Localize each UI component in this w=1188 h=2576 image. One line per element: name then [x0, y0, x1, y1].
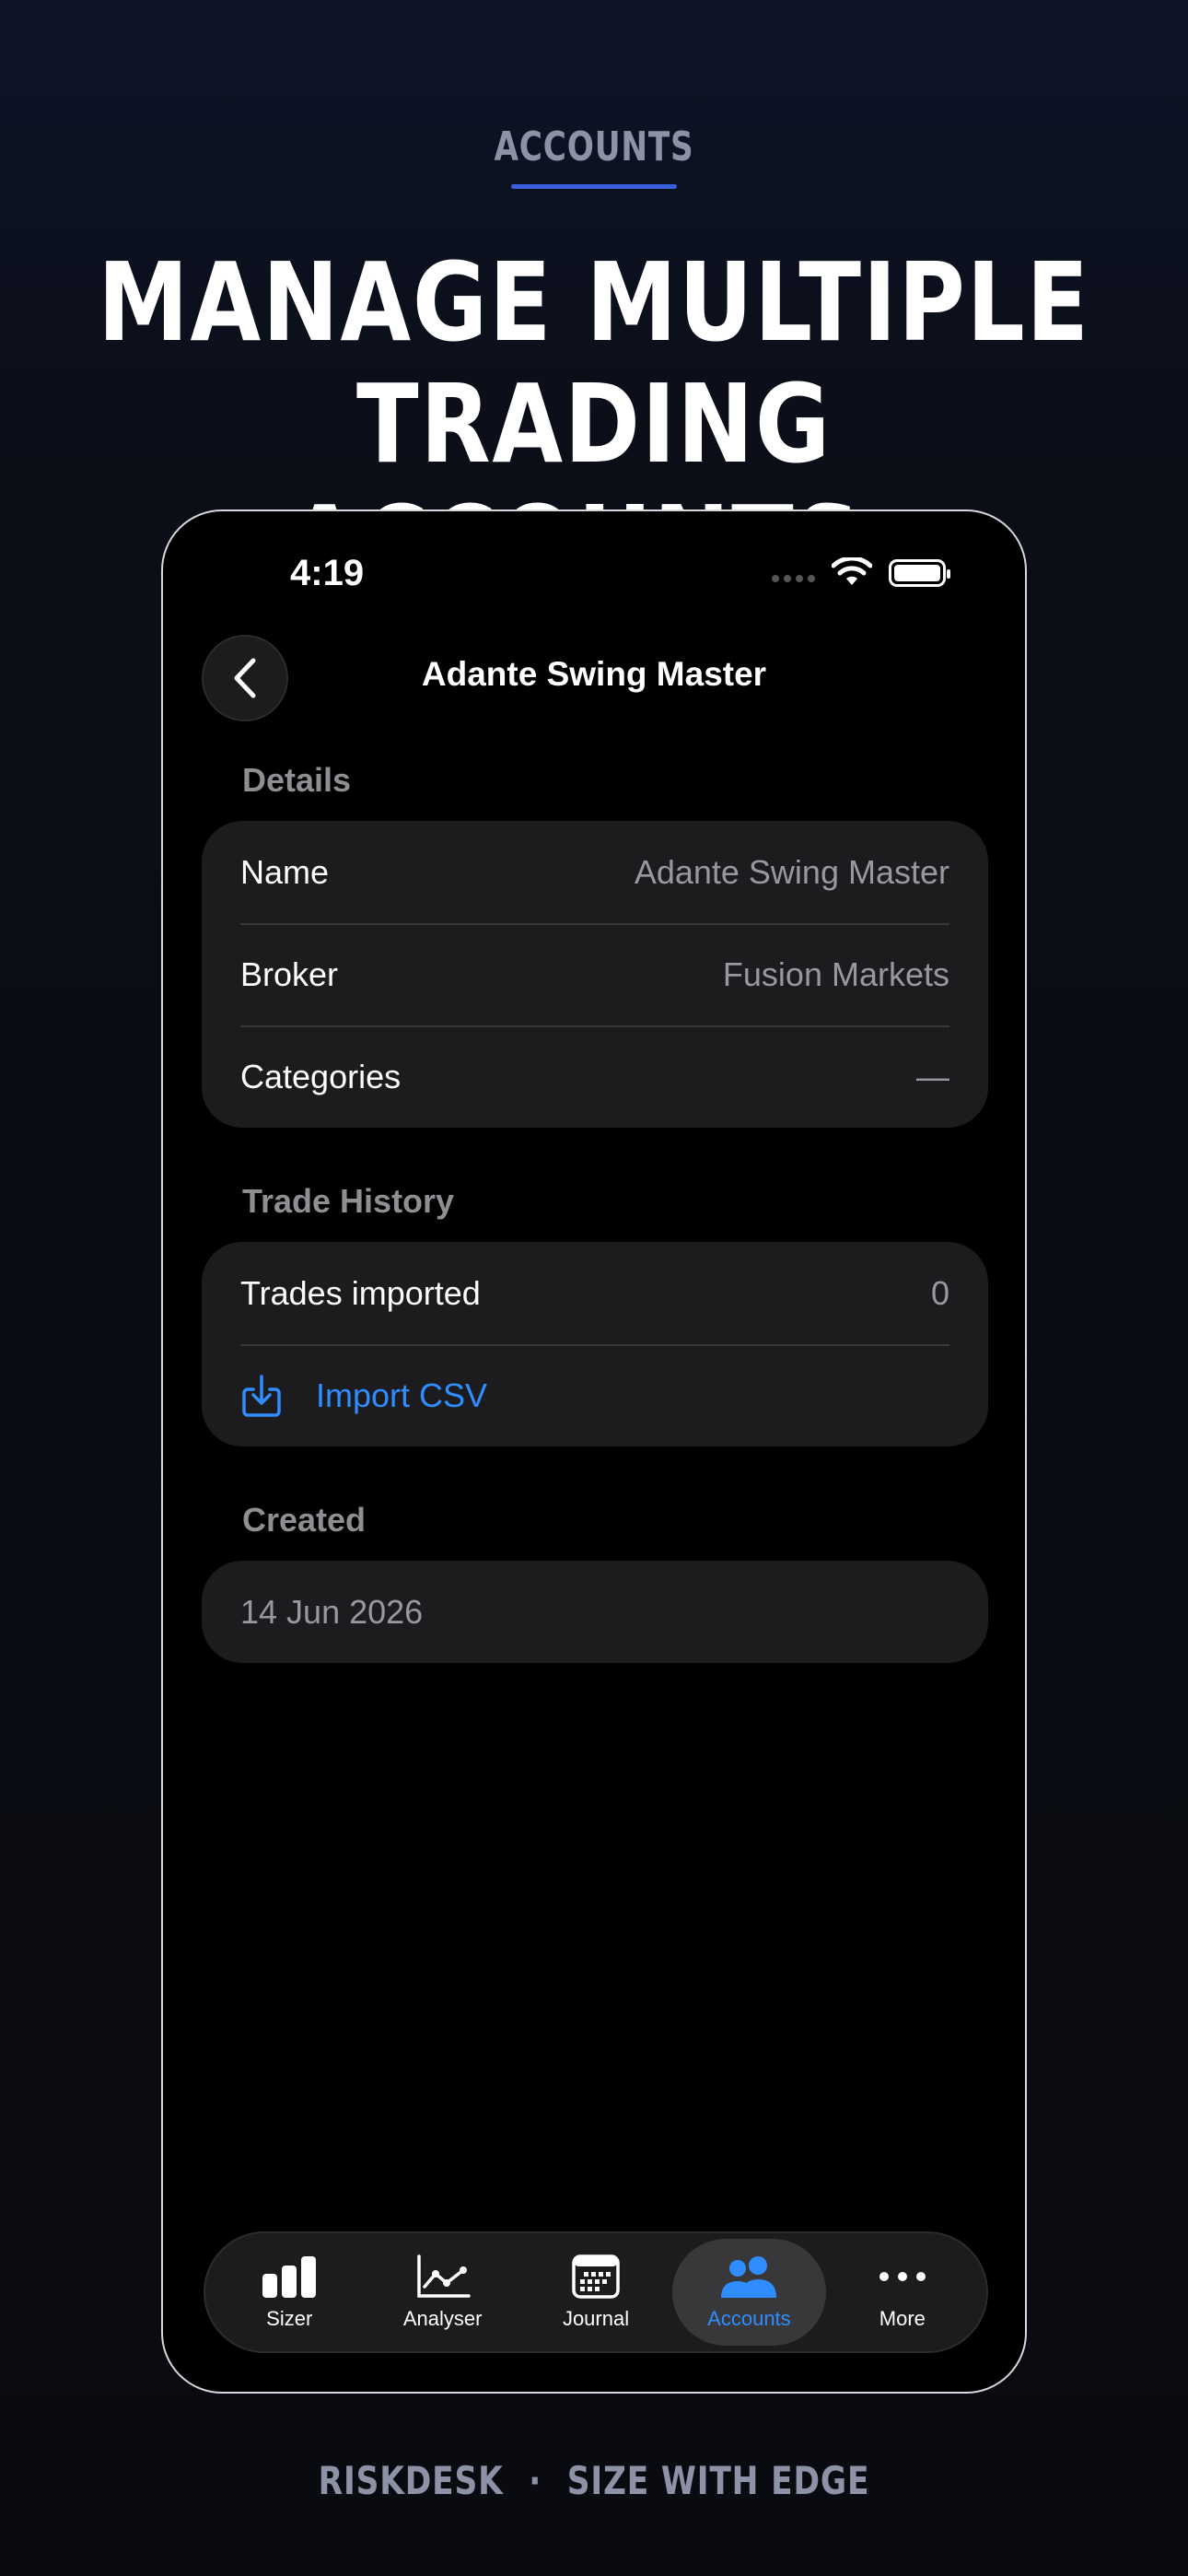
detail-row-categories[interactable]: Categories —: [202, 1025, 988, 1128]
status-time: 4:19: [290, 553, 365, 593]
tab-label: Sizer: [266, 2307, 313, 2330]
phone-screen: 4:19 Adante Swing Master Details Name Ad…: [161, 509, 1027, 2394]
row-value: 0: [930, 1273, 949, 1312]
trades-imported-row: Trades imported 0: [202, 1242, 988, 1344]
row-label: Trades imported: [240, 1273, 481, 1312]
battery-icon: [889, 559, 950, 587]
tab-label: Analyser: [402, 2307, 483, 2330]
import-csv-button[interactable]: Import CSV: [202, 1344, 988, 1446]
footer-separator: ·: [529, 2458, 542, 2503]
signal-dots-icon: [772, 575, 815, 582]
detail-row-broker[interactable]: Broker Fusion Markets: [202, 923, 988, 1025]
trade-history-section-label: Trade History: [242, 1182, 455, 1220]
wifi-icon: [832, 557, 872, 585]
tab-label: Accounts: [707, 2307, 791, 2330]
tab-sizer[interactable]: Sizer: [213, 2239, 366, 2346]
tab-label: Journal: [562, 2307, 630, 2330]
tab-analyser[interactable]: Analyser: [366, 2239, 518, 2346]
promo-page: ACCOUNTS MANAGE MULTIPLE TRADING ACCOUNT…: [0, 0, 1188, 2576]
nav-title: Adante Swing Master: [421, 655, 767, 693]
people-icon: [721, 2256, 777, 2298]
tab-bar: Sizer Analyser Journal Accounts More: [204, 2231, 988, 2353]
created-date-row: 14 Jun 2026: [202, 1561, 988, 1663]
footer-slogan: SIZE WITH EDGE: [566, 2458, 870, 2503]
row-label: Broker: [240, 954, 339, 993]
row-value: —: [916, 1057, 949, 1095]
eyebrow-underline: [511, 184, 677, 189]
import-csv-label: Import CSV: [316, 1376, 488, 1414]
eyebrow-label: ACCOUNTS: [494, 123, 694, 170]
tab-more[interactable]: More: [826, 2239, 979, 2346]
created-section-label: Created: [242, 1501, 367, 1539]
line-chart-icon: [416, 2254, 471, 2298]
row-label: Name: [240, 852, 330, 891]
import-download-icon: [242, 1374, 281, 1417]
tab-journal[interactable]: Journal: [519, 2239, 672, 2346]
trade-history-card: Trades imported 0 Import CSV: [202, 1242, 988, 1446]
calendar-icon: [572, 2254, 620, 2299]
created-card: 14 Jun 2026: [202, 1561, 988, 1663]
headline-line-1: MANAGE MULTIPLE: [98, 239, 1090, 366]
detail-row-name[interactable]: Name Adante Swing Master: [202, 821, 988, 923]
created-date: 14 Jun 2026: [240, 1592, 424, 1631]
tab-label: More: [879, 2307, 926, 2330]
footer-tagline: RISKDESK · SIZE WITH EDGE: [107, 2458, 1081, 2503]
details-section-label: Details: [242, 761, 352, 799]
bar-chart-icon: [262, 2256, 317, 2298]
tab-accounts[interactable]: Accounts: [672, 2239, 826, 2346]
details-card: Name Adante Swing Master Broker Fusion M…: [202, 821, 988, 1128]
footer-brand: RISKDESK: [318, 2458, 504, 2503]
row-label: Categories: [240, 1057, 402, 1095]
row-value: Adante Swing Master: [634, 852, 949, 891]
ellipsis-icon: [879, 2272, 926, 2281]
row-value: Fusion Markets: [722, 954, 949, 993]
status-icons: [772, 557, 950, 589]
